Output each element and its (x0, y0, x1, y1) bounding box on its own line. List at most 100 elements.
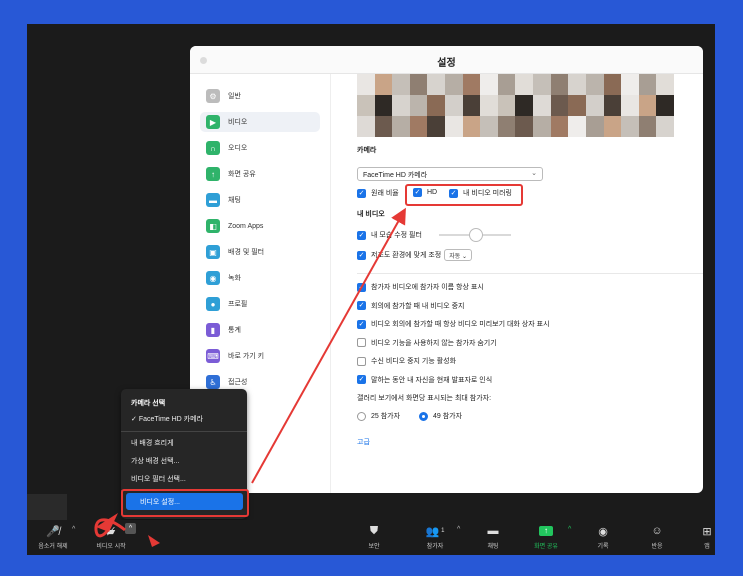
touch-up-slider[interactable] (439, 228, 511, 242)
radio-25-participants[interactable]: 25 참가자 (357, 411, 400, 421)
video-option-checkbox[interactable]: ✓ 말하는 동안 내 자신을 현재 발표자로 인식 (357, 375, 492, 385)
camera-section-title: 카메라 (357, 147, 377, 154)
preview-pixel (392, 95, 410, 116)
preview-pixel (550, 74, 569, 95)
camera-preview (357, 74, 674, 137)
preview-pixel (427, 74, 446, 95)
audio-options-caret-icon[interactable]: ^ (72, 526, 75, 533)
hd-mirror-highlight-box (405, 184, 523, 206)
sidebar-item[interactable]: ▮ 통계 (200, 320, 320, 340)
preview-pixel (656, 116, 674, 137)
participants-label: 참가자 (426, 544, 444, 550)
sidebar-item[interactable]: ↑ 화면 공유 (200, 164, 320, 184)
record-icon: ◉ (598, 525, 608, 538)
checkbox-checked-icon: ✓ (357, 301, 366, 310)
preview-pixel (550, 116, 569, 137)
share-screen-caret-icon[interactable]: ^ (568, 526, 571, 533)
mic-muted-icon: 🎤̸ (46, 525, 60, 538)
video-off-icon: ▰̸ (106, 525, 116, 538)
low-light-checkbox[interactable]: ✓ 저조도 환경에 맞게 조정 자동 ⌄ (357, 249, 472, 261)
sidebar-item[interactable]: ⚙ 일반 (200, 86, 320, 106)
sidebar-item-label: 녹화 (228, 275, 241, 282)
slider-knob[interactable] (469, 228, 483, 242)
preview-pixel (638, 95, 657, 116)
checkbox-checked-icon: ✓ (357, 188, 366, 198)
participants-button[interactable]: 👥 1 참가자 (405, 520, 465, 555)
sidebar-item[interactable]: ▶ 비디오 (200, 112, 320, 132)
sidebar-item[interactable]: ∩ 오디오 (200, 138, 320, 158)
video-option-checkbox[interactable]: ✓ 비디오 회의에 참가할 때 항상 비디오 미리보기 대화 상자 표시 (357, 319, 550, 329)
chat-label: 채팅 (487, 544, 499, 550)
video-option-checkbox[interactable]: ✓ 참가자 비디오에 참가자 이름 항상 표시 (357, 282, 484, 292)
preview-pixel (374, 95, 393, 116)
stats-icon: ▮ (206, 323, 220, 337)
settings-titlebar: 설정 (190, 46, 703, 74)
radio-49-label: 49 참가자 (433, 413, 463, 420)
touch-up-label: 내 모습 수정 필터 (371, 232, 422, 239)
menu-item-virtual-background[interactable]: 가상 배경 선택... (131, 456, 179, 466)
preview-pixel (603, 95, 622, 116)
gallery-max-text: 갤러리 보기에서 화면당 표시되는 최대 참가자: (357, 395, 492, 402)
checkbox-unchecked-icon (357, 338, 366, 347)
chat-button[interactable]: ▬ 채팅 (463, 520, 523, 555)
security-button[interactable]: ⛊ 보안 (344, 520, 404, 555)
low-light-mode-select[interactable]: 자동 ⌄ (444, 249, 472, 261)
sidebar-item-label: 통계 (228, 327, 241, 334)
reactions-label: 반응 (651, 544, 663, 550)
sidebar-item[interactable]: ◧ Zoom Apps (200, 216, 320, 236)
radio-25-label: 25 참가자 (371, 413, 401, 420)
checkbox-checked-icon: ✓ (357, 230, 366, 240)
preview-pixel (621, 95, 639, 116)
preview-pixel (409, 74, 428, 95)
sidebar-item[interactable]: ⌨ 바로 가기 키 (200, 346, 320, 366)
preview-pixel (533, 74, 551, 95)
preview-pixel (392, 116, 410, 137)
sidebar-item[interactable]: ● 프로필 (200, 294, 320, 314)
sidebar-item[interactable]: ◉ 녹화 (200, 268, 320, 288)
video-option-label: 비디오 기능을 사용하지 않는 참가자 숨기기 (371, 339, 497, 347)
video-option-checkbox[interactable]: 비디오 기능을 사용하지 않는 참가자 숨기기 (357, 338, 497, 348)
preview-pixel (409, 95, 428, 116)
reaction-smile-icon: ☺ (651, 525, 663, 537)
sidebar-item-label: Zoom Apps (228, 222, 264, 230)
low-light-label: 저조도 환경에 맞게 조정 (371, 252, 442, 259)
sidebar-item-label: 프로필 (228, 301, 248, 308)
advanced-link[interactable]: 고급 (357, 437, 370, 447)
preview-pixel (515, 116, 534, 137)
participants-caret-icon[interactable]: ^ (457, 526, 460, 533)
check-icon: ✓ (131, 416, 139, 423)
preview-pixel (568, 74, 586, 95)
preview-pixel (533, 95, 551, 116)
touch-up-checkbox[interactable]: ✓ 내 모습 수정 필터 (357, 230, 422, 240)
radio-49-participants[interactable]: 49 참가자 (419, 411, 462, 421)
sidebar-item-label: 접근성 (228, 379, 248, 386)
shield-icon: ⛊ (369, 524, 379, 537)
menu-separator (121, 431, 247, 432)
sidebar-item[interactable]: ▣ 배경 및 필터 (200, 242, 320, 262)
checkbox-checked-icon: ✓ (357, 282, 366, 292)
video-option-checkbox[interactable]: ✓ 회의에 참가할 때 내 비디오 중지 (357, 301, 464, 311)
settings-window: 설정 ⚙ 일반 ▶ 비디오 ∩ 오디오 ↑ 화면 공유 ▬ 채팅 ◧ Zoom Apps ▣ 배경 및 필… (190, 46, 703, 493)
radio-unselected-icon (357, 411, 366, 421)
video-options-caret-icon[interactable]: ^ (125, 523, 136, 534)
menu-item-camera[interactable]: ✓ FaceTime HD 카메라 (131, 414, 203, 424)
sidebar-item-label: 화면 공유 (228, 171, 256, 178)
sidebar-item[interactable]: ▬ 채팅 (200, 190, 320, 210)
video-option-checkbox[interactable]: 수신 비디오 중지 기능 활성화 (357, 356, 456, 366)
share-screen-icon: ↑ (539, 524, 553, 538)
share-screen-button[interactable]: ↑ 화면 공유 (516, 520, 576, 555)
record-icon: ◉ (206, 271, 220, 285)
chat-icon: ▬ (206, 193, 220, 207)
menu-item-video-filter[interactable]: 비디오 필터 선택... (131, 474, 186, 484)
record-button[interactable]: ◉ 기록 (573, 520, 633, 555)
preview-pixel (585, 95, 604, 116)
apps-button[interactable]: ⊞ 앱 (677, 520, 737, 555)
camera-select[interactable]: FaceTime HD 카메라 ⌄ (357, 167, 543, 181)
preview-pixel (409, 116, 428, 137)
unmute-label: 음소거 해제 (38, 544, 68, 550)
original-ratio-checkbox[interactable]: ✓ 원래 비율 (357, 188, 399, 198)
preview-pixel (621, 116, 639, 137)
menu-item-blur-background[interactable]: 내 배경 흐리게 (131, 438, 174, 448)
preview-pixel (568, 95, 586, 116)
menu-header-select-camera: 카메라 선택 (131, 400, 166, 407)
